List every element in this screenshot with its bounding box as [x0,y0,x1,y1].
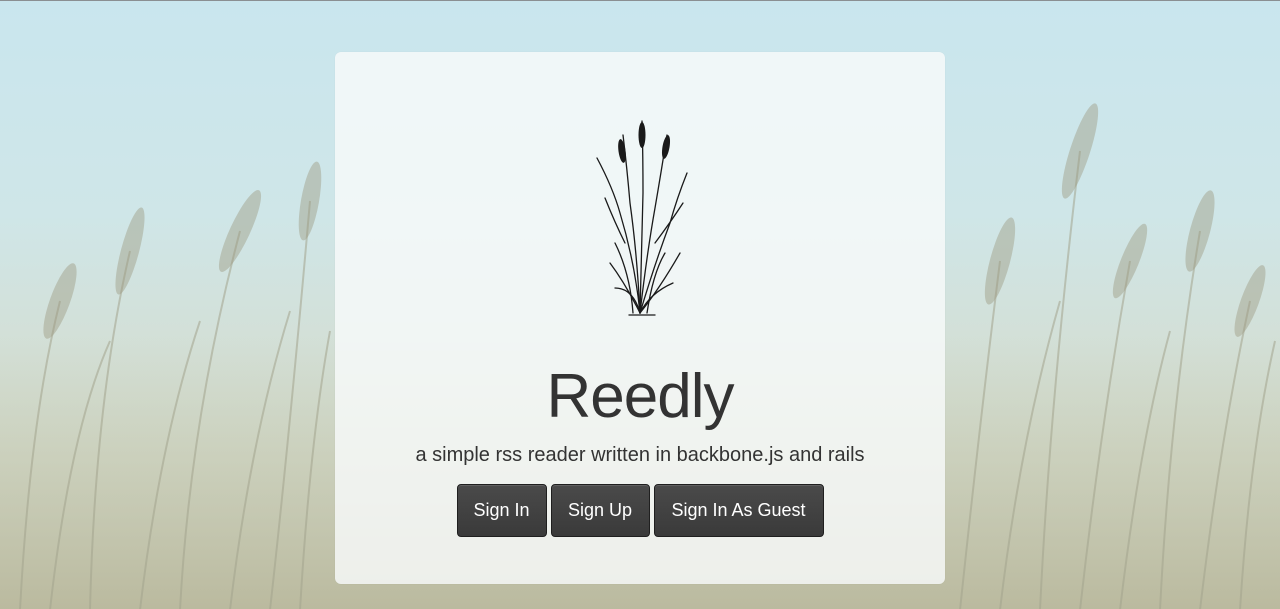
app-tagline: a simple rss reader written in backbone.… [415,444,865,466]
sign-up-button[interactable]: Sign Up [550,484,650,537]
auth-actions: Sign In Sign Up Sign In As Guest [335,484,945,538]
landing-page: Reedly a simple rss reader written in ba… [0,0,1280,609]
sign-in-button[interactable]: Sign In [456,484,547,537]
reed-plant-icon [596,120,688,316]
app-title: Reedly [546,362,735,431]
guest-sign-in-button[interactable]: Sign In As Guest [653,484,824,537]
